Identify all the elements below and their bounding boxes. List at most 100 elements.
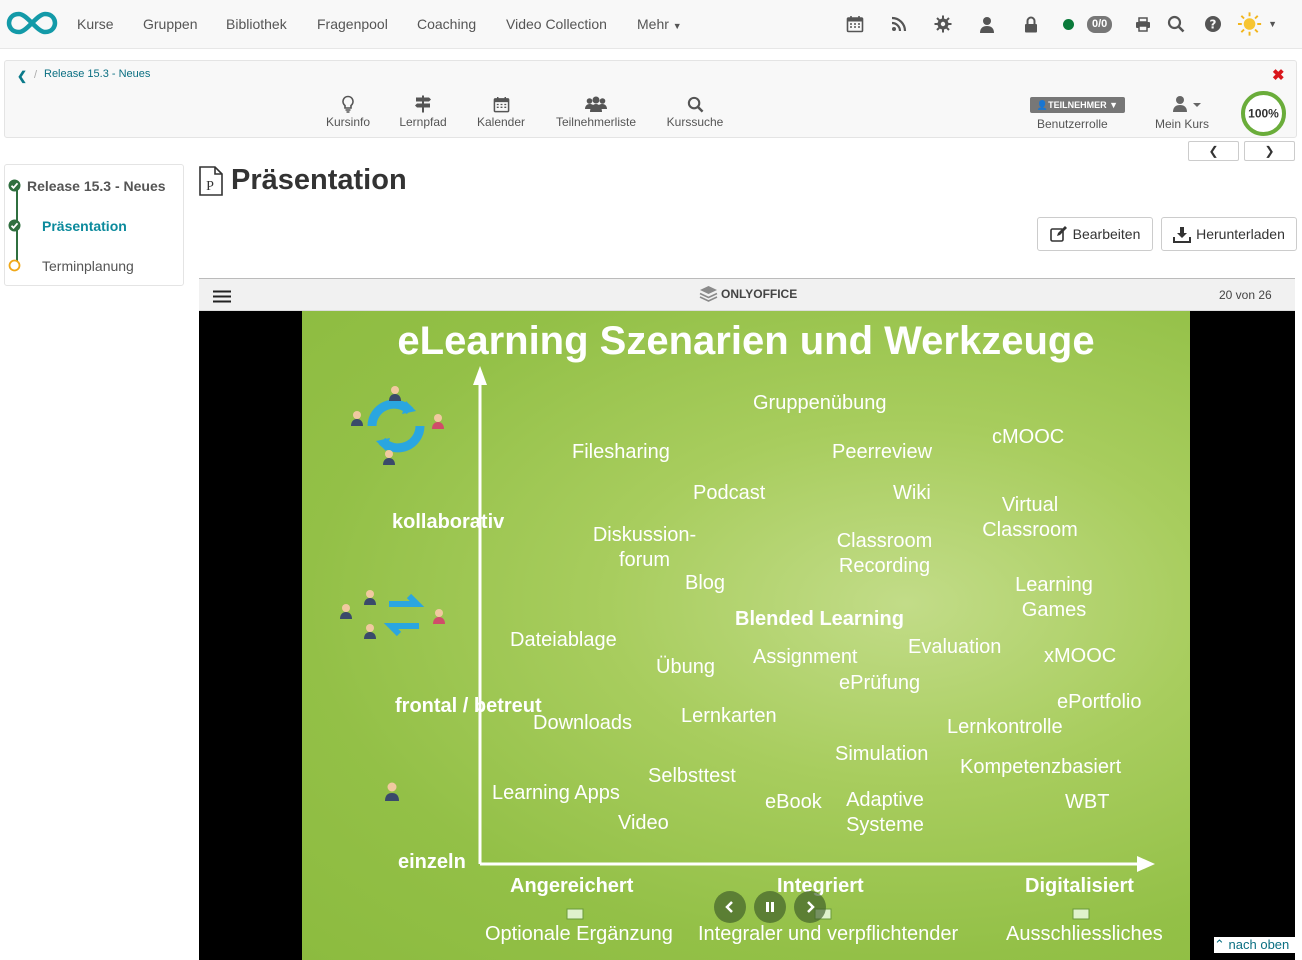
term-filesharing: Filesharing [572, 441, 670, 463]
breadcrumb-separator: / [34, 69, 38, 81]
term-blended-learning: Blended Learning [735, 608, 904, 630]
theme-sun-icon[interactable]: ▼ [1237, 12, 1277, 36]
my-course-label: Mein Kurs [1155, 117, 1210, 131]
x-desc-ausschliesslich: Ausschliessliches [1006, 923, 1163, 945]
pause-icon [766, 902, 774, 912]
term-selbsttest: Selbsttest [648, 765, 736, 787]
lock-icon[interactable] [1020, 13, 1042, 35]
exchange-people-icon [340, 590, 445, 639]
term-blog: Blog [685, 572, 726, 594]
collaboration-people-icon [351, 386, 444, 465]
term-eportfolio: ePortfolio [1057, 691, 1142, 713]
svg-text:P: P [206, 179, 214, 194]
rss-icon[interactable] [888, 13, 910, 35]
progress-ring: 100% [1241, 91, 1286, 136]
term-ebook: eBook [765, 791, 822, 813]
calendar-icon [493, 93, 510, 115]
search-icon[interactable] [1165, 13, 1187, 35]
print-icon[interactable] [1132, 13, 1154, 35]
term-wiki: Wiki [893, 482, 931, 504]
nav-gruppen[interactable]: Gruppen [143, 16, 197, 32]
top-navigation: Kurse Gruppen Bibliothek Fragenpool Coac… [0, 0, 1302, 49]
chevron-right-icon [807, 901, 815, 913]
page-counter: 20 von 26 [1219, 288, 1272, 302]
term-dateiablage: Dateiablage [510, 629, 617, 651]
slide-previous-button[interactable] [714, 891, 746, 923]
menu-item-terminplanung[interactable]: Terminplanung [42, 258, 134, 274]
chevron-up-icon: ⌃ [1214, 937, 1225, 952]
x-desc-integral: Integraler und verpflichtender [698, 923, 959, 945]
term-podcast: Podcast [693, 482, 766, 504]
term-learning-apps: Learning Apps [492, 782, 620, 804]
term-virtual-classroom: Virtual Classroom [982, 494, 1078, 541]
chat-counter-badge[interactable]: 0/0 [1087, 16, 1113, 33]
y-label-frontal: frontal / betreut [395, 695, 542, 717]
term-gruppenuebung: Gruppenübung [753, 392, 887, 414]
nav-bibliothek[interactable]: Bibliothek [226, 16, 287, 32]
laptop-icon [566, 908, 584, 920]
next-page-button[interactable]: ❯ [1244, 141, 1295, 161]
term-cmooc: cMOOC [992, 426, 1065, 448]
onlyoffice-logo: ONLYOFFICE [699, 285, 797, 302]
tool-kursinfo[interactable]: Kursinfo [323, 93, 373, 129]
chevron-left-icon [725, 901, 733, 913]
term-diskussionsforum: Diskussion-forum [592, 524, 697, 571]
search-icon [687, 93, 704, 115]
menu-item-praesentation[interactable]: Präsentation [42, 218, 127, 234]
term-peerreview: Peerreview [832, 441, 933, 463]
term-classroom-recording: Classroom Recording [836, 530, 933, 577]
term-assignment: Assignment [753, 646, 858, 668]
slide-pause-button[interactable] [754, 891, 786, 923]
nav-mehr[interactable]: Mehr ▼ [637, 16, 682, 32]
x-label-digitalisiert: Digitalisiert [1025, 875, 1134, 897]
nav-coaching[interactable]: Coaching [417, 16, 476, 32]
term-wbt: WBT [1065, 791, 1110, 813]
edit-icon [1049, 226, 1067, 242]
term-lernkontrolle: Lernkontrolle [947, 716, 1063, 738]
gear-icon[interactable] [932, 13, 954, 35]
user-icon[interactable] [976, 13, 998, 35]
course-pager: ❮ ❯ [1188, 141, 1295, 162]
breadcrumb-course-link[interactable]: Release 15.3 - Neues [44, 68, 150, 80]
calendar-icon[interactable] [844, 13, 866, 35]
tool-lernpfad[interactable]: Lernpfad [397, 93, 449, 129]
term-kompetenzbasiert: Kompetenzbasiert [960, 756, 1122, 778]
status-open-icon [8, 259, 21, 272]
lightbulb-icon [341, 93, 355, 115]
term-uebung: Übung [656, 656, 715, 678]
nav-video-collection[interactable]: Video Collection [506, 16, 607, 32]
online-status-icon[interactable] [1063, 19, 1074, 30]
tool-kurssuche[interactable]: Kurssuche [665, 93, 725, 129]
back-to-top-link[interactable]: ⌃ nach oben [1214, 937, 1298, 953]
signpost-icon [414, 93, 432, 115]
menu-item-release[interactable]: Release 15.3 - Neues [27, 178, 166, 194]
download-button[interactable]: Herunterladen [1161, 217, 1297, 251]
role-dropdown[interactable]: 👤TEILNEHMER ▼ [1030, 97, 1125, 113]
edit-button[interactable]: Bearbeiten [1037, 217, 1153, 251]
menu-icon[interactable] [213, 290, 231, 303]
x-label-angereichert: Angereichert [510, 875, 634, 897]
help-icon[interactable]: ? [1202, 13, 1224, 35]
caret-down-icon: ▼ [672, 21, 682, 31]
term-evaluation: Evaluation [908, 636, 1002, 658]
y-label-kollaborativ: kollaborativ [392, 511, 505, 533]
download-icon [1173, 226, 1192, 243]
close-icon[interactable]: ✖ [1272, 66, 1285, 84]
my-course-dropdown[interactable] [1171, 95, 1203, 118]
slide-next-button[interactable] [794, 891, 826, 923]
single-person-icon [385, 782, 399, 801]
previous-page-button[interactable]: ❮ [1188, 141, 1239, 161]
nav-fragenpool[interactable]: Fragenpool [317, 16, 388, 32]
course-menu: Release 15.3 - Neues Präsentation Termin… [4, 164, 184, 286]
openolat-logo-icon[interactable] [6, 9, 58, 37]
tool-teilnehmerliste[interactable]: Teilnehmerliste [553, 93, 639, 129]
tool-kalender[interactable]: Kalender [476, 93, 526, 129]
viewer-toolbar: ONLYOFFICE 20 von 26 [199, 278, 1295, 311]
course-toolbar: ❮ / Release 15.3 - Neues ✖ Kursinfo Lern… [4, 60, 1297, 138]
term-adaptive-systeme: Adaptive Systeme [846, 789, 924, 836]
x-desc-optional: Optionale Ergänzung [485, 923, 673, 945]
back-chevron-icon[interactable]: ❮ [17, 69, 27, 83]
presentation-slide: eLearning Szenarien und Werkzeuge kollab… [302, 311, 1190, 960]
document-viewer: ONLYOFFICE 20 von 26 eLearning Szenarien… [199, 278, 1295, 960]
nav-kurse[interactable]: Kurse [77, 16, 114, 32]
